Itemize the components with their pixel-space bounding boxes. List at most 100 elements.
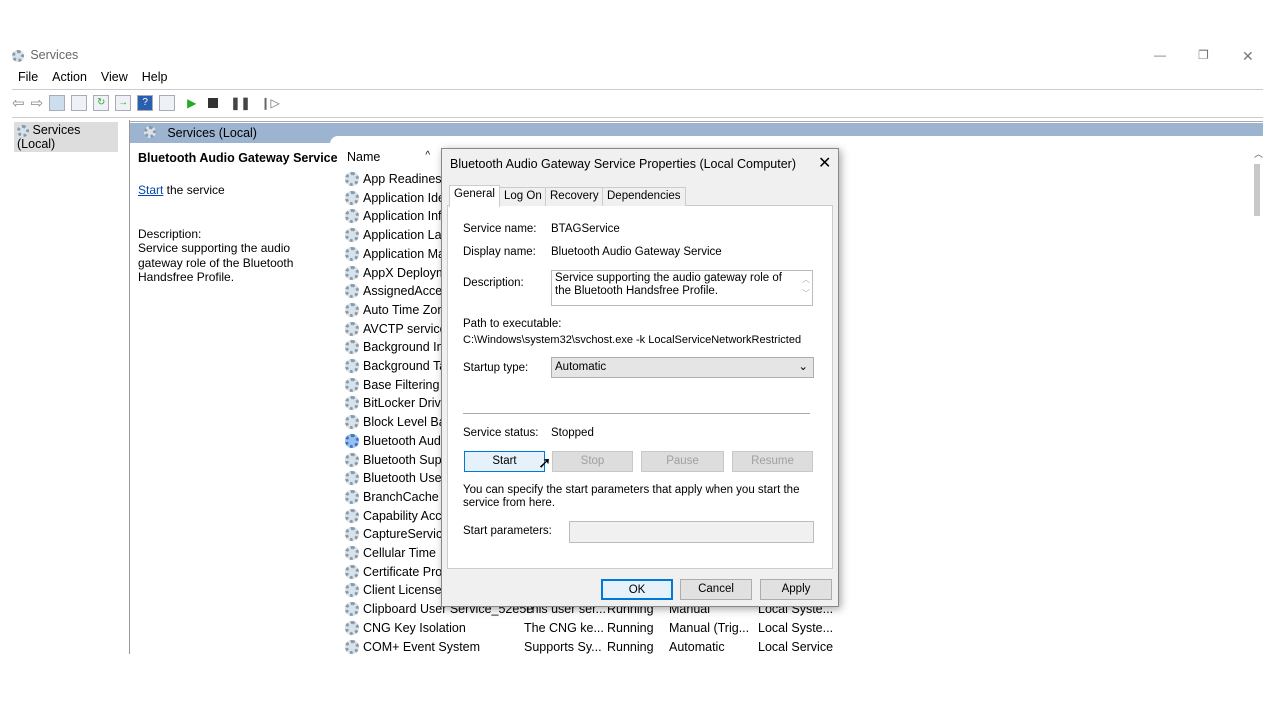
description-box[interactable]: Service supporting the audio gateway rol… <box>551 270 813 306</box>
service-row[interactable]: CNG Key Isolation The CNG ke... Running Man… <box>345 619 833 637</box>
divider <box>12 117 1263 118</box>
service-gear-icon <box>345 527 359 542</box>
title-bar: Services — ❐ ✕ <box>12 48 1263 68</box>
resume-button[interactable]: Resume <box>732 451 813 472</box>
detail-panel: Bluetooth Audio Gateway Service Start th… <box>138 151 338 284</box>
window-title: Services <box>30 48 79 62</box>
divider <box>463 413 810 414</box>
menu-file[interactable]: File <box>18 70 38 84</box>
description-label: Description: <box>138 227 202 241</box>
help-icon[interactable]: ? <box>137 95 154 111</box>
service-logon: Local Syste... <box>758 620 834 635</box>
menu-help[interactable]: Help <box>142 70 168 84</box>
service-description: Supports Sy... <box>524 639 602 654</box>
service-gear-icon <box>345 396 359 411</box>
service-startup-type: Manual (Trig... <box>669 620 750 635</box>
service-gear-icon <box>345 564 359 579</box>
display-name-value: Bluetooth Audio Gateway Service <box>551 246 722 258</box>
console-icon[interactable] <box>159 95 176 111</box>
service-gear-icon <box>345 620 359 635</box>
properties-icon[interactable] <box>71 95 88 111</box>
menu-view[interactable]: View <box>101 70 128 84</box>
list-header-curve <box>330 136 1263 144</box>
export-icon[interactable]: → <box>115 95 132 111</box>
refresh-icon[interactable]: ↻ <box>93 95 110 111</box>
service-gear-icon <box>345 415 359 430</box>
startup-type-label: Startup type: <box>463 362 529 374</box>
start-service-link[interactable]: Start <box>138 183 163 197</box>
gear-icon <box>144 126 156 138</box>
pause-service-icon[interactable]: ❚❚ <box>230 96 250 110</box>
ok-button[interactable]: OK <box>601 579 673 600</box>
service-status: Running <box>607 639 654 654</box>
service-status: Running <box>607 620 654 635</box>
path-value: C:\Windows\system32\svchost.exe -k Local… <box>463 334 802 346</box>
service-name: CNG Key Isolation <box>363 620 466 635</box>
start-params-hint: You can specify the start parameters tha… <box>463 484 800 509</box>
service-gear-icon <box>345 359 359 373</box>
gear-icon <box>17 124 29 137</box>
divider <box>12 89 1263 90</box>
scroll-arrows[interactable]: ︿ ﹀ <box>802 273 810 301</box>
service-row[interactable]: COM+ Event System Supports Sy... Running Au… <box>345 638 833 656</box>
service-gear-icon <box>345 489 359 504</box>
service-gear-icon <box>345 209 359 224</box>
cancel-button[interactable]: Cancel <box>680 579 752 600</box>
service-gear-icon <box>345 639 359 654</box>
column-name[interactable]: Name ^ <box>347 150 430 164</box>
description-text: Service supporting the audio gateway rol… <box>138 241 294 284</box>
toolbar: ⇦ ⇨ ↻ → ? ▶ ❚❚ ❙▷ <box>12 94 280 112</box>
dialog-close-button[interactable]: ✕ <box>818 153 831 173</box>
tree-pane: Services (Local) <box>12 120 130 654</box>
service-startup-type: Automatic <box>669 639 725 654</box>
scrollbar-thumb[interactable] <box>1254 164 1260 216</box>
back-icon[interactable]: ⇦ <box>12 94 25 112</box>
service-status-label: Service status: <box>463 427 539 439</box>
services-app-icon <box>12 49 24 62</box>
pause-button[interactable]: Pause <box>641 451 724 472</box>
cursor-icon: ➚ <box>538 455 552 472</box>
tab-dependencies[interactable]: Dependencies <box>602 187 686 206</box>
tab-recovery[interactable]: Recovery <box>545 187 604 206</box>
service-gear-icon <box>345 340 359 355</box>
dialog-title: Bluetooth Audio Gateway Service Properti… <box>450 157 797 171</box>
service-gear-icon <box>345 377 359 392</box>
start-service-icon[interactable]: ▶ <box>187 96 196 110</box>
start-button[interactable]: Start <box>464 451 545 472</box>
service-gear-icon <box>345 172 359 186</box>
service-gear-icon <box>345 302 359 317</box>
service-gear-icon <box>345 546 359 560</box>
path-label: Path to executable: <box>463 318 562 330</box>
vertical-scrollbar[interactable]: ︿ <box>1254 147 1263 654</box>
display-name-label: Display name: <box>463 246 536 258</box>
service-gear-icon <box>345 433 359 448</box>
restart-service-icon[interactable]: ❙▷ <box>261 96 280 110</box>
service-gear-icon <box>345 228 359 243</box>
tab-general[interactable]: General <box>449 185 500 207</box>
forward-icon[interactable]: ⇨ <box>31 94 44 112</box>
maximize-button[interactable]: ❐ <box>1198 48 1209 62</box>
tree-item-services-local[interactable]: Services (Local) <box>14 122 118 152</box>
service-name: COM+ Event System <box>363 639 481 654</box>
detail-title: Bluetooth Audio Gateway Service <box>138 151 338 165</box>
description-label: Description: <box>463 277 524 289</box>
service-gear-icon <box>345 508 359 523</box>
stop-service-icon[interactable] <box>208 98 219 108</box>
service-gear-icon <box>345 265 359 280</box>
menu-action[interactable]: Action <box>52 70 87 84</box>
service-gear-icon <box>345 246 359 261</box>
service-status-value: Stopped <box>551 427 594 439</box>
service-gear-icon <box>345 471 359 486</box>
start-parameters-input[interactable] <box>569 521 814 543</box>
show-tree-icon[interactable] <box>49 95 66 111</box>
close-button[interactable]: ✕ <box>1242 48 1254 65</box>
tab-panel <box>447 205 833 569</box>
service-gear-icon <box>345 190 359 205</box>
apply-button[interactable]: Apply <box>760 579 832 600</box>
startup-type-select[interactable]: Automatic ⌄ <box>551 357 814 378</box>
service-name-label: Service name: <box>463 223 537 235</box>
minimize-button[interactable]: — <box>1154 48 1166 62</box>
service-name-value: BTAGService <box>551 223 620 235</box>
stop-button[interactable]: Stop <box>552 451 633 472</box>
tab-log-on[interactable]: Log On <box>499 187 547 206</box>
